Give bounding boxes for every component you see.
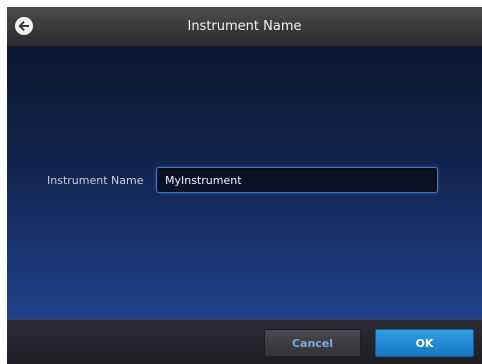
ok-button[interactable]: OK	[375, 329, 474, 357]
instrument-name-screen: Instrument Name Instrument Name Cancel O…	[7, 7, 482, 364]
title-bar: Instrument Name	[7, 7, 482, 47]
back-arrow-icon	[15, 17, 33, 35]
back-button[interactable]	[14, 16, 34, 36]
instrument-name-label: Instrument Name	[47, 174, 144, 187]
page-title: Instrument Name	[187, 19, 302, 34]
footer-bar: Cancel OK	[7, 319, 482, 364]
cancel-button[interactable]: Cancel	[264, 329, 361, 357]
instrument-name-input[interactable]	[156, 167, 438, 193]
